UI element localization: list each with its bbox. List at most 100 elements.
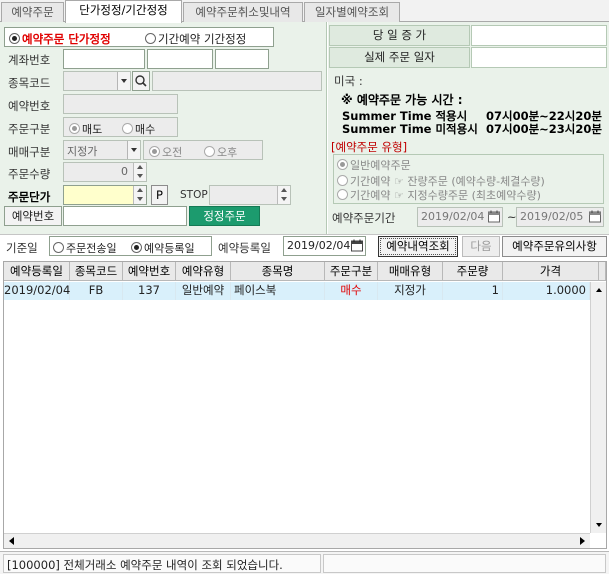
basis-radio-group: 주문전송일 예약등록일: [49, 236, 212, 256]
cell-order-side: 매수: [325, 282, 378, 300]
account-label: 계좌번호: [8, 53, 51, 67]
tab-daily-inquiry[interactable]: 일자별예약조회: [304, 2, 400, 22]
notice-button[interactable]: 예약주문유의사항: [502, 236, 607, 257]
chevron-down-icon: [137, 174, 143, 178]
resv-no2-input[interactable]: [63, 206, 187, 226]
cell-resv-no: 137: [123, 282, 176, 300]
tab-price-period-edit[interactable]: 단가정정/기간정정: [65, 0, 182, 23]
radio-icon: [53, 242, 64, 253]
pointing-hand-icon: ☞: [393, 189, 404, 202]
time-title: ※ 예약주문 가능 시간 :: [341, 93, 463, 107]
today-deposit-value: [471, 25, 607, 46]
pm-radio[interactable]: 오후: [204, 144, 237, 160]
col-header[interactable]: 종목명: [231, 262, 325, 281]
chevron-up-icon: [281, 188, 287, 192]
summer-off-time: 07시00분~23시20분: [486, 122, 602, 136]
stop-spin[interactable]: [277, 186, 290, 204]
submit-edit-button[interactable]: 정정주문: [189, 206, 260, 226]
period-from-date[interactable]: 2019/02/04: [417, 207, 503, 227]
radio-icon: [149, 146, 160, 157]
search-icon: [135, 75, 147, 87]
sell-radio[interactable]: 매도: [69, 121, 102, 137]
buy-radio[interactable]: 매수: [122, 121, 155, 137]
mode-price-edit-radio[interactable]: 예약주문 단가정정: [9, 31, 111, 47]
scroll-right-button[interactable]: [574, 534, 590, 548]
stop-stepper[interactable]: [209, 185, 291, 205]
resv-no-display: [63, 94, 178, 114]
vertical-scrollbar[interactable]: [590, 282, 606, 533]
trade-type-label: 매매구분: [8, 145, 51, 159]
am-radio[interactable]: 오전: [149, 144, 182, 160]
col-header[interactable]: 주문량: [443, 262, 503, 281]
horizontal-scrollbar[interactable]: [4, 533, 590, 548]
price-label: 주문단가: [8, 190, 51, 204]
radio-icon: [337, 189, 348, 200]
col-header[interactable]: 예약번호: [123, 262, 176, 281]
chevron-down-icon[interactable]: [117, 72, 130, 90]
cell-code: FB: [70, 282, 123, 300]
qty-stepper[interactable]: 0: [63, 162, 147, 182]
cell-qty: 1: [443, 282, 503, 300]
trade-type-select[interactable]: 지정가: [63, 140, 141, 160]
chevron-down-icon[interactable]: [127, 141, 140, 159]
radio-icon: [204, 146, 215, 157]
today-deposit-label: 당 일 증 가: [329, 25, 470, 46]
code-combo[interactable]: [63, 71, 131, 91]
trade-type-value: 지정가: [67, 145, 98, 158]
price-stepper[interactable]: [63, 185, 147, 205]
status-secondary-box: [323, 554, 606, 573]
resv-type-group: 일반예약주문 기간예약 ☞ 잔량주문 (예약수량-체결수량) 기간예약 ☞ 지정…: [333, 154, 604, 204]
code-search-button[interactable]: [132, 71, 150, 91]
status-bar: [100000] 전체거래소 예약주문 내역이 조회 되었습니다.: [0, 551, 609, 574]
mode-period-edit-radio[interactable]: 기간예약 기간정정: [145, 31, 246, 47]
cell-price: 1.0000: [503, 282, 590, 300]
tab-reservation-order[interactable]: 예약주문: [1, 2, 64, 22]
reg-date-value: 2019/02/04: [287, 239, 351, 252]
qty-spin[interactable]: [133, 163, 146, 181]
col-header[interactable]: 예약유형: [176, 262, 231, 281]
scroll-left-button[interactable]: [4, 534, 20, 548]
qty-value: 0: [121, 165, 128, 178]
resv-type-normal-radio[interactable]: 일반예약주문: [337, 157, 411, 173]
session-group: 오전 오후: [143, 140, 263, 160]
basis-send-radio[interactable]: 주문전송일: [53, 240, 117, 256]
p-button[interactable]: P: [151, 185, 168, 205]
col-header[interactable]: 종목코드: [70, 262, 123, 281]
query-button[interactable]: 예약내역조회: [378, 236, 458, 257]
col-header[interactable]: 가격: [503, 262, 599, 281]
calendar-icon[interactable]: [487, 209, 501, 224]
scroll-down-button[interactable]: [591, 517, 606, 533]
account-input-2[interactable]: [147, 49, 213, 69]
account-password-input[interactable]: [215, 49, 269, 69]
resv-no2-label: 예약번호: [4, 206, 62, 226]
account-input-1[interactable]: [63, 49, 145, 69]
next-button[interactable]: 다음: [462, 236, 500, 257]
scroll-up-button[interactable]: [591, 282, 606, 298]
chevron-up-icon: [596, 288, 602, 292]
chevron-down-icon: [596, 523, 602, 527]
status-message-box: [100000] 전체거래소 예약주문 내역이 조회 되었습니다.: [3, 554, 321, 573]
reg-date-input[interactable]: 2019/02/04: [283, 236, 366, 256]
resv-no-label: 예약번호: [8, 99, 51, 113]
status-message: [100000] 전체거래소 예약주문 내역이 조회 되었습니다.: [7, 558, 283, 572]
resv-type-fixed-radio[interactable]: 기간예약 ☞ 지정수량주문 (최초예약수량): [337, 187, 541, 203]
summer-off-label: Summer Time 미적용시: [342, 122, 478, 136]
calendar-icon[interactable]: [350, 238, 364, 253]
basis-register-radio[interactable]: 예약등록일: [131, 240, 195, 256]
col-header[interactable]: 주문구분: [325, 262, 378, 281]
cell-reg-date: 2019/02/04: [4, 282, 70, 300]
order-grid: [3, 261, 607, 549]
cell-stock-name: 페이스북: [231, 282, 325, 300]
price-spin[interactable]: [133, 186, 146, 204]
calendar-icon[interactable]: [588, 209, 602, 224]
period-label: 예약주문기간: [332, 211, 396, 225]
us-label: 미국 :: [334, 74, 363, 88]
basis-label: 기준일: [6, 241, 38, 255]
col-header[interactable]: 예약등록일: [4, 262, 70, 281]
tab-cancel-history[interactable]: 예약주문취소및내역: [183, 2, 303, 22]
period-to-date[interactable]: 2019/02/05: [516, 207, 604, 227]
resv-type-title: [예약주문 유형]: [331, 140, 408, 154]
col-header[interactable]: 매매유형: [378, 262, 443, 281]
radio-icon: [122, 123, 133, 134]
radio-icon: [337, 159, 348, 170]
